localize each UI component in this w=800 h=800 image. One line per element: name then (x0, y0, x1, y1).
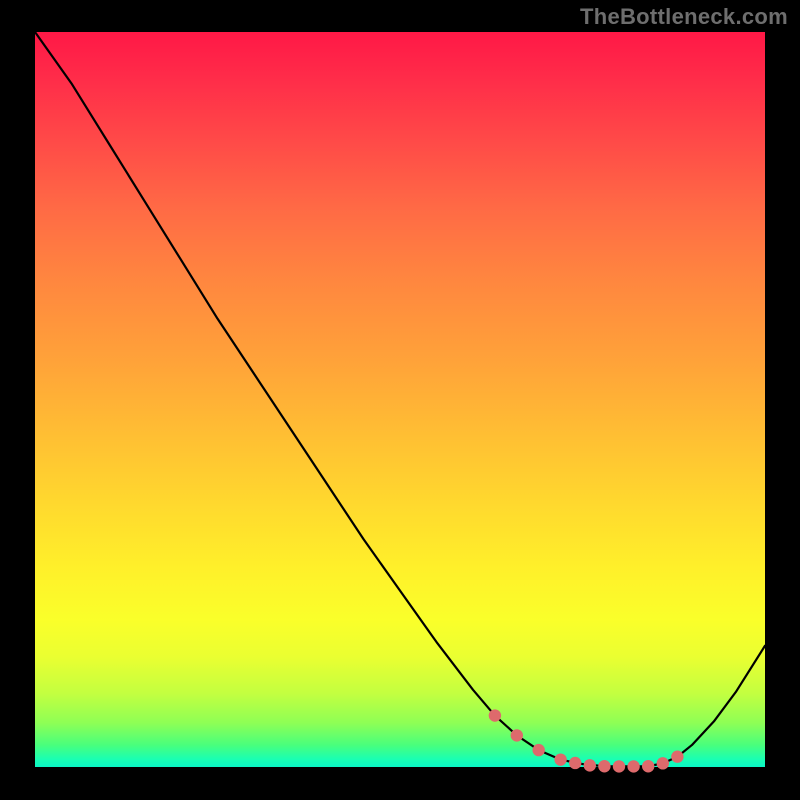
data-point-marker (613, 760, 625, 772)
chart-svg (35, 32, 765, 767)
data-point-marker (511, 729, 523, 741)
data-point-marker (657, 757, 669, 769)
data-point-marker (554, 753, 566, 765)
data-point-marker (489, 709, 501, 721)
data-point-marker (569, 757, 581, 769)
data-point-marker (584, 759, 596, 771)
data-point-marker (627, 760, 639, 772)
bottleneck-curve (35, 32, 765, 766)
data-point-marker (598, 760, 610, 772)
data-point-marker (642, 760, 654, 772)
data-point-marker (533, 744, 545, 756)
data-point-marker (671, 751, 683, 763)
plot-area (35, 32, 765, 767)
watermark-text: TheBottleneck.com (580, 4, 788, 30)
